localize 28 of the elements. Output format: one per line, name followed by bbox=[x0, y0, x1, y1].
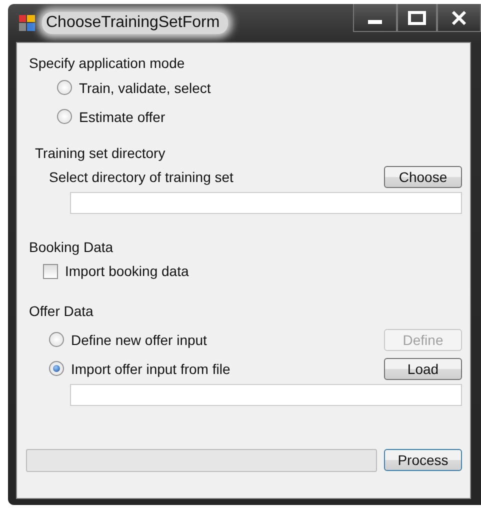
section-label: Booking Data bbox=[29, 238, 114, 257]
radio-label: Import offer input from file bbox=[71, 360, 230, 376]
window-title: ChooseTrainingSetForm bbox=[42, 12, 228, 34]
radio-button[interactable] bbox=[57, 109, 72, 124]
app-icon bbox=[18, 14, 36, 32]
choose-button[interactable]: Choose bbox=[384, 166, 462, 188]
radio-label: Estimate offer bbox=[79, 108, 166, 124]
radio-label: Define new offer input bbox=[71, 332, 207, 348]
close-icon bbox=[451, 10, 467, 24]
radio-button[interactable] bbox=[49, 332, 64, 347]
checkbox-label: Import booking data bbox=[65, 263, 189, 279]
prompt-label: Select directory of training set bbox=[49, 169, 234, 185]
radio-label: Train, validate, select bbox=[79, 80, 211, 96]
action-button[interactable]: Load bbox=[384, 358, 462, 380]
maximize-button[interactable] bbox=[397, 4, 437, 32]
checkbox[interactable] bbox=[43, 264, 58, 278]
maximize-icon bbox=[408, 10, 426, 24]
file-field[interactable] bbox=[70, 384, 462, 406]
process-button[interactable]: Process bbox=[384, 449, 462, 471]
close-button[interactable] bbox=[437, 4, 481, 32]
section-label: Specify application mode bbox=[29, 54, 186, 73]
minimize-button[interactable] bbox=[353, 4, 397, 32]
directory-field[interactable] bbox=[70, 192, 462, 214]
radio-button[interactable] bbox=[49, 361, 64, 376]
radio-button[interactable] bbox=[57, 80, 72, 95]
minimize-icon bbox=[368, 20, 382, 24]
section-label: Training set directory bbox=[35, 144, 166, 163]
section-label: Offer Data bbox=[29, 302, 94, 321]
